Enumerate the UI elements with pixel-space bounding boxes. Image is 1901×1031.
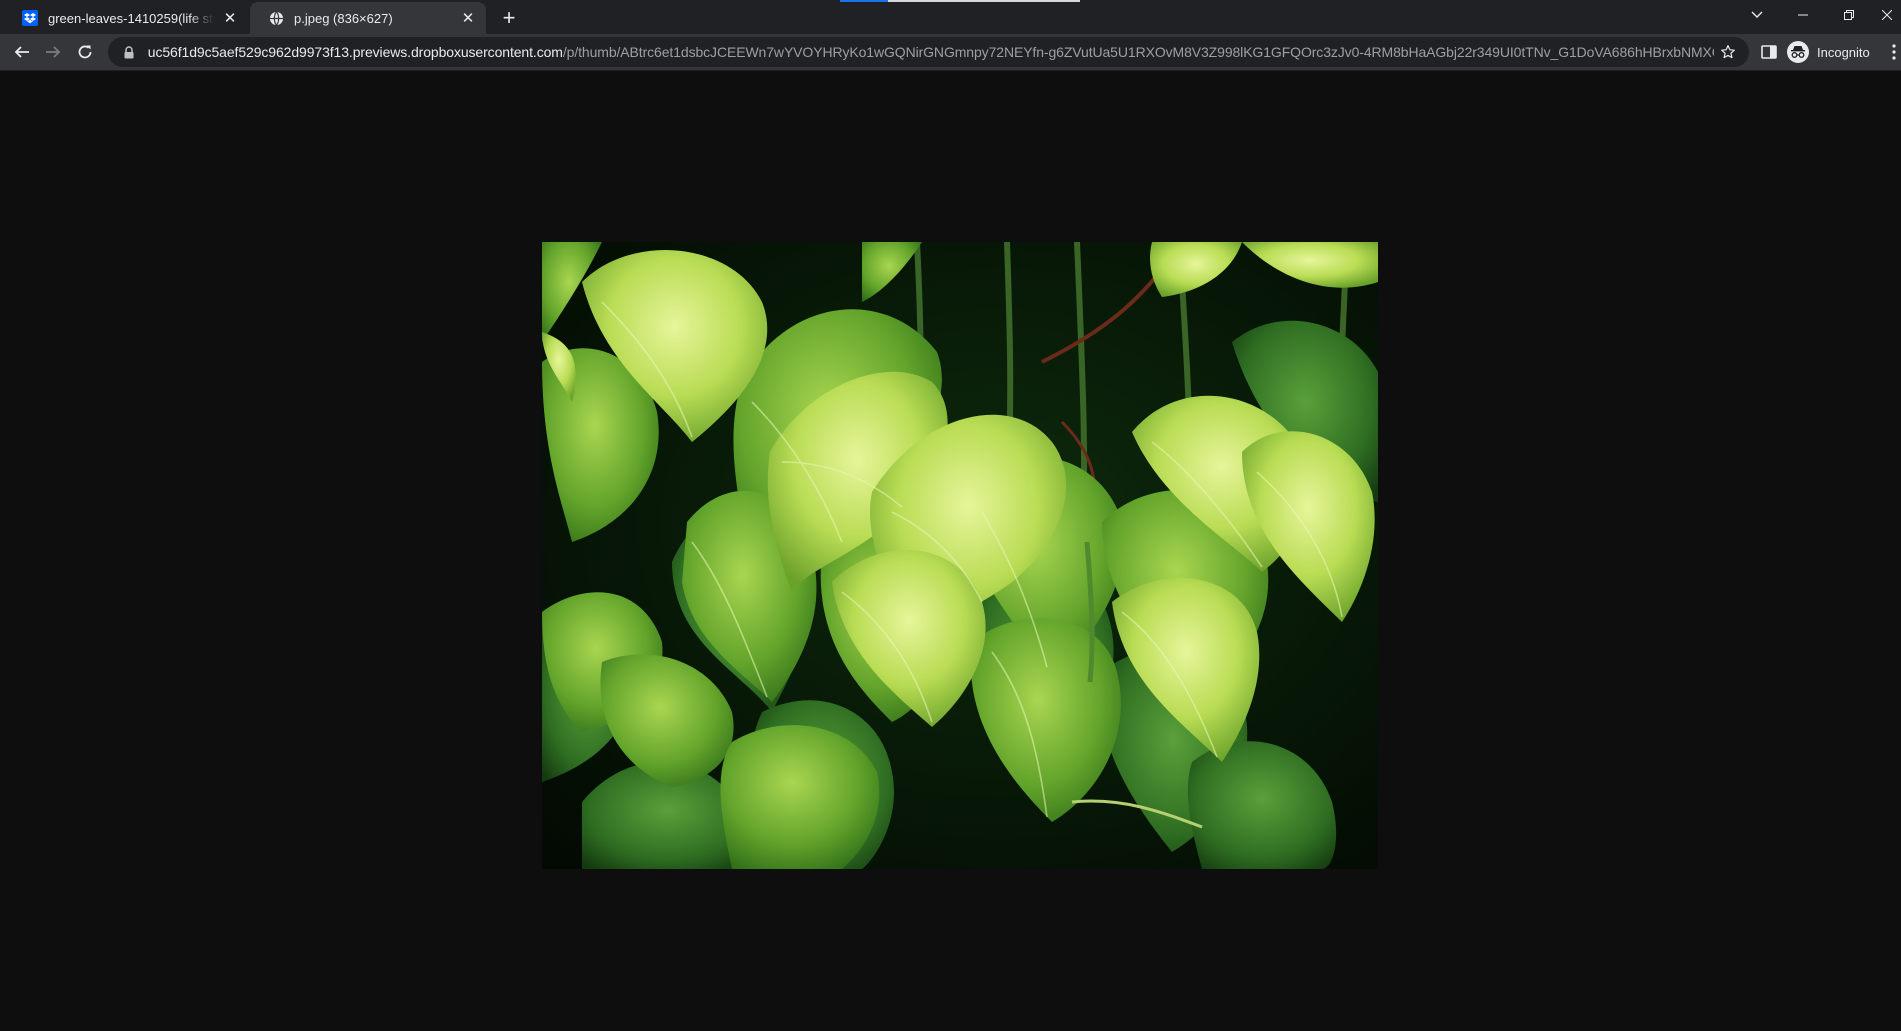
incognito-profile-button[interactable]: Incognito xyxy=(1787,38,1870,66)
image-viewport xyxy=(0,71,1901,1031)
close-tab-icon[interactable]: ✕ xyxy=(458,8,478,28)
address-bar[interactable]: uc56f1d9c5aef529c962d9973f13.previews.dr… xyxy=(108,37,1749,67)
close-icon xyxy=(1881,10,1892,20)
tab-search-button[interactable] xyxy=(1734,0,1780,30)
lock-icon[interactable] xyxy=(122,45,136,59)
leaves-photo[interactable] xyxy=(542,242,1378,869)
tab-title: green-leaves-1410259(life style).jpg xyxy=(48,10,214,26)
tab-strip: green-leaves-1410259(life style).jpg ✕ p… xyxy=(0,0,1901,34)
minimize-button[interactable] xyxy=(1780,0,1826,30)
side-panel-icon xyxy=(1761,45,1777,59)
chevron-down-icon xyxy=(1751,11,1763,18)
restore-icon xyxy=(1844,10,1854,20)
url-text[interactable]: uc56f1d9c5aef529c962d9973f13.previews.dr… xyxy=(148,44,1714,60)
arrow-left-icon xyxy=(14,46,29,58)
browser-toolbar: uc56f1d9c5aef529c962d9973f13.previews.dr… xyxy=(0,34,1901,71)
loading-indicator xyxy=(840,0,1080,2)
url-path: /p/thumb/ABtrc6et1dsbcJCEEWn7wYVOYHRyKo1… xyxy=(562,44,1714,60)
leaves-image xyxy=(542,242,1378,869)
back-button[interactable] xyxy=(8,38,36,66)
forward-button[interactable] xyxy=(39,38,67,66)
new-tab-button[interactable]: + xyxy=(496,5,522,31)
tab-dropbox-image[interactable]: green-leaves-1410259(life style).jpg ✕ xyxy=(4,2,248,34)
reload-button[interactable] xyxy=(71,38,99,66)
dropbox-icon xyxy=(22,10,38,26)
tab-image-preview[interactable]: p.jpeg (836×627) ✕ xyxy=(250,2,486,34)
incognito-icon xyxy=(1787,41,1809,63)
profile-label: Incognito xyxy=(1817,44,1870,60)
reload-icon xyxy=(78,45,92,59)
arrow-right-icon xyxy=(46,46,61,58)
globe-icon xyxy=(268,10,284,26)
close-tab-icon[interactable]: ✕ xyxy=(220,8,240,28)
url-host: uc56f1d9c5aef529c962d9973f13.previews.dr… xyxy=(147,44,563,60)
bookmark-star-icon[interactable] xyxy=(1714,37,1743,67)
browser-menu-button[interactable] xyxy=(1887,38,1901,66)
more-vert-icon xyxy=(1892,44,1896,60)
minimize-icon xyxy=(1798,14,1808,16)
tab-title: p.jpeg (836×627) xyxy=(294,10,393,26)
side-panel-button[interactable] xyxy=(1755,38,1783,66)
close-window-button[interactable] xyxy=(1872,0,1901,30)
restore-button[interactable] xyxy=(1826,0,1872,30)
